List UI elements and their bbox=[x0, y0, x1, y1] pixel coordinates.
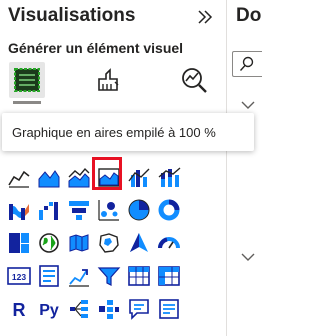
collapse-pane-button[interactable] bbox=[193, 6, 217, 28]
area-chart-icon bbox=[38, 169, 60, 187]
active-mode-indicator bbox=[13, 101, 41, 104]
pie-chart-button[interactable] bbox=[124, 193, 154, 226]
python-script-icon: Py bbox=[39, 302, 59, 319]
100-percent-stacked-area-chart-icon bbox=[98, 167, 120, 187]
chevron-down-icon[interactable] bbox=[241, 252, 255, 262]
line-clustered-column-chart-button[interactable] bbox=[124, 160, 154, 193]
data-search-input[interactable] bbox=[232, 51, 262, 77]
treemap-icon bbox=[9, 232, 29, 253]
donut-chart-button[interactable] bbox=[154, 193, 184, 226]
slicer-icon bbox=[97, 266, 121, 286]
waterfall-chart-button[interactable] bbox=[34, 193, 64, 226]
qna-button[interactable] bbox=[124, 292, 154, 325]
azure-map-button[interactable] bbox=[124, 226, 154, 259]
kpi-button[interactable] bbox=[64, 259, 94, 292]
shape-map-button[interactable] bbox=[94, 226, 124, 259]
pie-chart-icon bbox=[128, 199, 150, 220]
svg-text:R: R bbox=[13, 300, 26, 320]
gallery-row: R Py bbox=[4, 292, 222, 325]
gallery-row: 123 bbox=[4, 259, 222, 292]
build-visual-button[interactable] bbox=[9, 62, 45, 104]
format-visual-button[interactable] bbox=[90, 62, 126, 98]
chevron-down-icon[interactable] bbox=[241, 100, 255, 110]
build-visual-icon bbox=[14, 68, 40, 92]
analytics-magnifier-icon bbox=[182, 68, 207, 93]
treemap-button[interactable] bbox=[4, 226, 34, 259]
map-button[interactable] bbox=[34, 226, 64, 259]
analytics-button[interactable] bbox=[176, 62, 212, 98]
shape-map-icon bbox=[99, 232, 119, 253]
ribbon-chart-button[interactable] bbox=[4, 193, 34, 226]
gauge-icon bbox=[158, 236, 180, 248]
card-button[interactable]: 123 bbox=[4, 259, 34, 292]
line-stacked-column-chart-icon bbox=[158, 166, 181, 187]
svg-text:Py: Py bbox=[39, 302, 59, 319]
gallery-row bbox=[4, 193, 222, 226]
slicer-button[interactable] bbox=[94, 259, 124, 292]
smart-narrative-button[interactable] bbox=[154, 292, 184, 325]
card-123-icon: 123 bbox=[7, 266, 31, 285]
line-chart-icon bbox=[8, 170, 30, 188]
key-influencers-button[interactable] bbox=[64, 292, 94, 325]
visualizations-pane: Visualisations Générer un élément visuel… bbox=[0, 0, 254, 336]
100-percent-stacked-area-chart-button[interactable] bbox=[92, 157, 124, 193]
data-pane: Do bbox=[227, 0, 262, 336]
multi-row-card-button[interactable] bbox=[34, 259, 64, 292]
waterfall-chart-icon bbox=[39, 201, 58, 220]
kpi-icon bbox=[69, 268, 89, 287]
azure-map-icon bbox=[130, 232, 148, 252]
smart-narrative-icon bbox=[159, 298, 179, 319]
gauge-button[interactable] bbox=[154, 226, 184, 259]
table-icon bbox=[128, 265, 150, 286]
qna-icon bbox=[129, 298, 149, 320]
visual-gallery: 123 R Py bbox=[4, 157, 222, 325]
line-chart-button[interactable] bbox=[4, 160, 34, 193]
line-stacked-column-chart-button[interactable] bbox=[154, 160, 184, 193]
r-script-icon: R bbox=[13, 300, 26, 320]
svg-text:123: 123 bbox=[12, 272, 26, 282]
stacked-area-chart-button[interactable] bbox=[64, 160, 94, 193]
decomposition-tree-icon bbox=[99, 299, 119, 319]
format-paint-icon bbox=[98, 68, 119, 91]
scatter-chart-icon bbox=[98, 199, 119, 221]
python-visual-button[interactable]: Py bbox=[34, 292, 64, 325]
r-script-visual-button[interactable]: R bbox=[4, 292, 34, 325]
stacked-area-chart-icon bbox=[68, 167, 90, 187]
multi-row-card-icon bbox=[39, 264, 59, 287]
filled-map-button[interactable] bbox=[64, 226, 94, 259]
donut-chart-icon bbox=[158, 199, 180, 220]
pane-title: Visualisations bbox=[8, 5, 136, 26]
area-chart-button[interactable] bbox=[34, 160, 64, 193]
line-clustered-column-chart-icon bbox=[128, 168, 150, 187]
decomposition-tree-button[interactable] bbox=[94, 292, 124, 325]
globe-map-icon bbox=[39, 232, 59, 253]
matrix-icon bbox=[158, 265, 180, 286]
funnel-chart-icon bbox=[69, 200, 89, 220]
key-influencers-icon bbox=[70, 299, 88, 318]
data-pane-title: Do bbox=[236, 5, 262, 26]
section-label: Générer un élément visuel bbox=[8, 40, 184, 56]
search-icon bbox=[239, 56, 254, 71]
scatter-chart-button[interactable] bbox=[94, 193, 124, 226]
funnel-chart-button[interactable] bbox=[64, 193, 94, 226]
gallery-row bbox=[4, 226, 222, 259]
double-chevron-right-icon bbox=[198, 10, 213, 24]
table-button[interactable] bbox=[124, 259, 154, 292]
ribbon-chart-icon bbox=[9, 203, 29, 220]
matrix-button[interactable] bbox=[154, 259, 184, 292]
gallery-row bbox=[4, 157, 222, 193]
filled-map-icon bbox=[69, 233, 89, 252]
visual-tooltip: Graphique en aires empilé à 100 % bbox=[2, 113, 254, 151]
